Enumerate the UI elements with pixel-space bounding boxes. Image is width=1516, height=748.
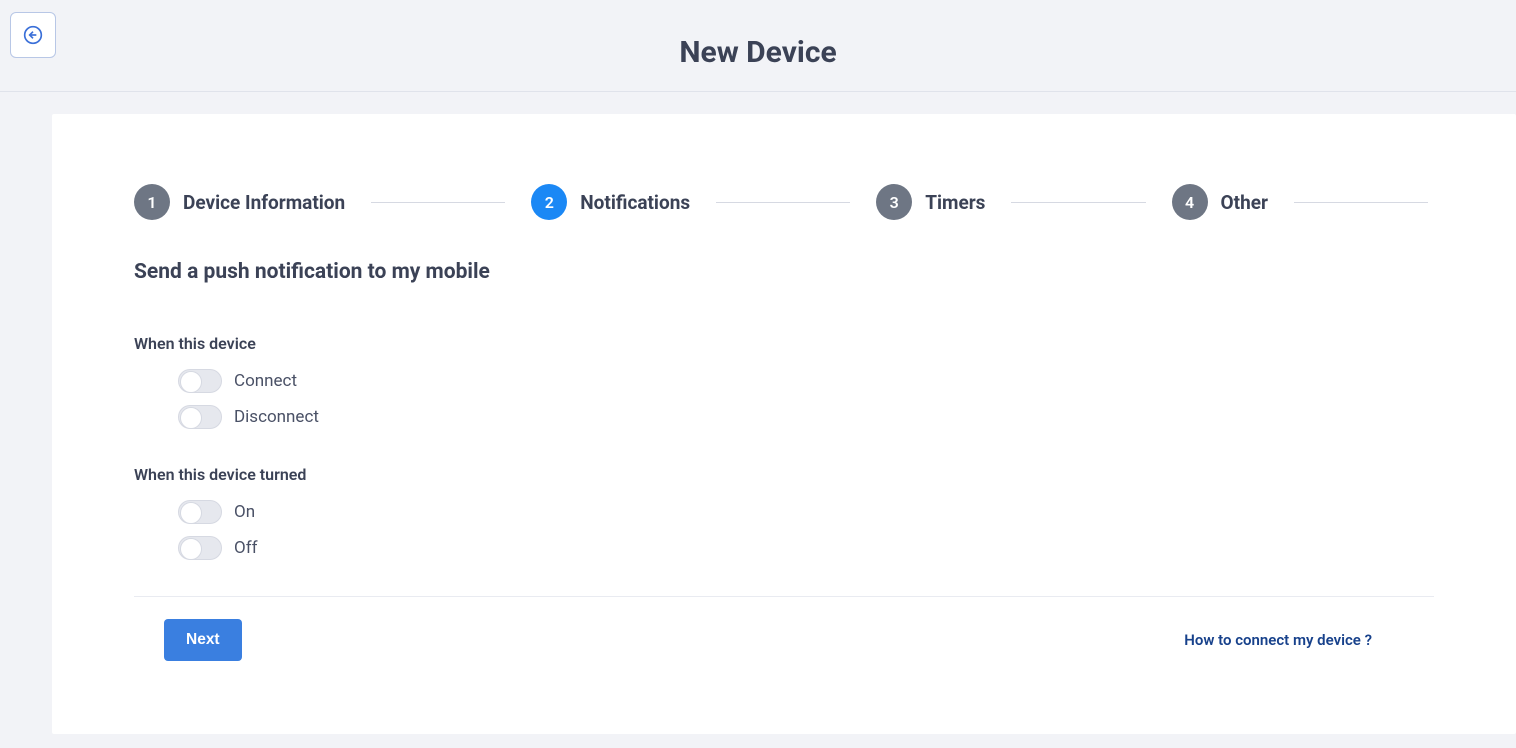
step-number-2: 2 — [531, 184, 567, 220]
group-label: When this device — [134, 334, 1434, 353]
toggle-label-off: Off — [234, 538, 258, 558]
toggle-disconnect[interactable] — [178, 405, 222, 429]
page-title: New Device — [0, 21, 1516, 70]
step-divider — [716, 202, 850, 203]
arrow-left-circle-icon — [23, 25, 43, 45]
section-title: Send a push notification to my mobile — [134, 260, 1434, 284]
toggle-label-disconnect: Disconnect — [234, 407, 319, 427]
toggle-row-disconnect: Disconnect — [134, 405, 1434, 429]
step-timers[interactable]: 3 Timers — [876, 184, 985, 220]
toggle-row-off: Off — [134, 536, 1434, 560]
step-label-3: Timers — [925, 191, 985, 214]
toggle-on[interactable] — [178, 500, 222, 524]
step-number-3: 3 — [876, 184, 912, 220]
toggle-label-on: On — [234, 502, 255, 522]
step-number-4: 4 — [1172, 184, 1208, 220]
step-device-information[interactable]: 1 Device Information — [134, 184, 345, 220]
wizard-panel: 1 Device Information 2 Notifications 3 T… — [52, 114, 1516, 734]
step-divider — [1294, 202, 1428, 203]
group-when-this-device-turned: When this device turned On Off — [134, 465, 1434, 560]
steps-bar: 1 Device Information 2 Notifications 3 T… — [134, 184, 1434, 220]
group-when-this-device: When this device Connect Disconnect — [134, 334, 1434, 429]
step-number-1: 1 — [134, 184, 170, 220]
next-button[interactable]: Next — [164, 619, 242, 661]
toggle-connect[interactable] — [178, 369, 222, 393]
group-label: When this device turned — [134, 465, 1434, 484]
back-button[interactable] — [10, 12, 56, 58]
top-bar: New Device — [0, 0, 1516, 92]
step-notifications[interactable]: 2 Notifications — [531, 184, 690, 220]
toggle-label-connect: Connect — [234, 371, 297, 391]
help-link[interactable]: How to connect my device ? — [1184, 631, 1372, 649]
step-label-4: Other — [1221, 191, 1268, 214]
toggle-row-connect: Connect — [134, 369, 1434, 393]
toggle-off[interactable] — [178, 536, 222, 560]
step-label-2: Notifications — [580, 191, 690, 214]
step-divider — [1011, 202, 1145, 203]
step-other[interactable]: 4 Other — [1172, 184, 1268, 220]
step-divider — [371, 202, 505, 203]
step-label-1: Device Information — [183, 191, 345, 214]
bottom-bar: Next How to connect my device ? — [134, 596, 1434, 661]
toggle-row-on: On — [134, 500, 1434, 524]
